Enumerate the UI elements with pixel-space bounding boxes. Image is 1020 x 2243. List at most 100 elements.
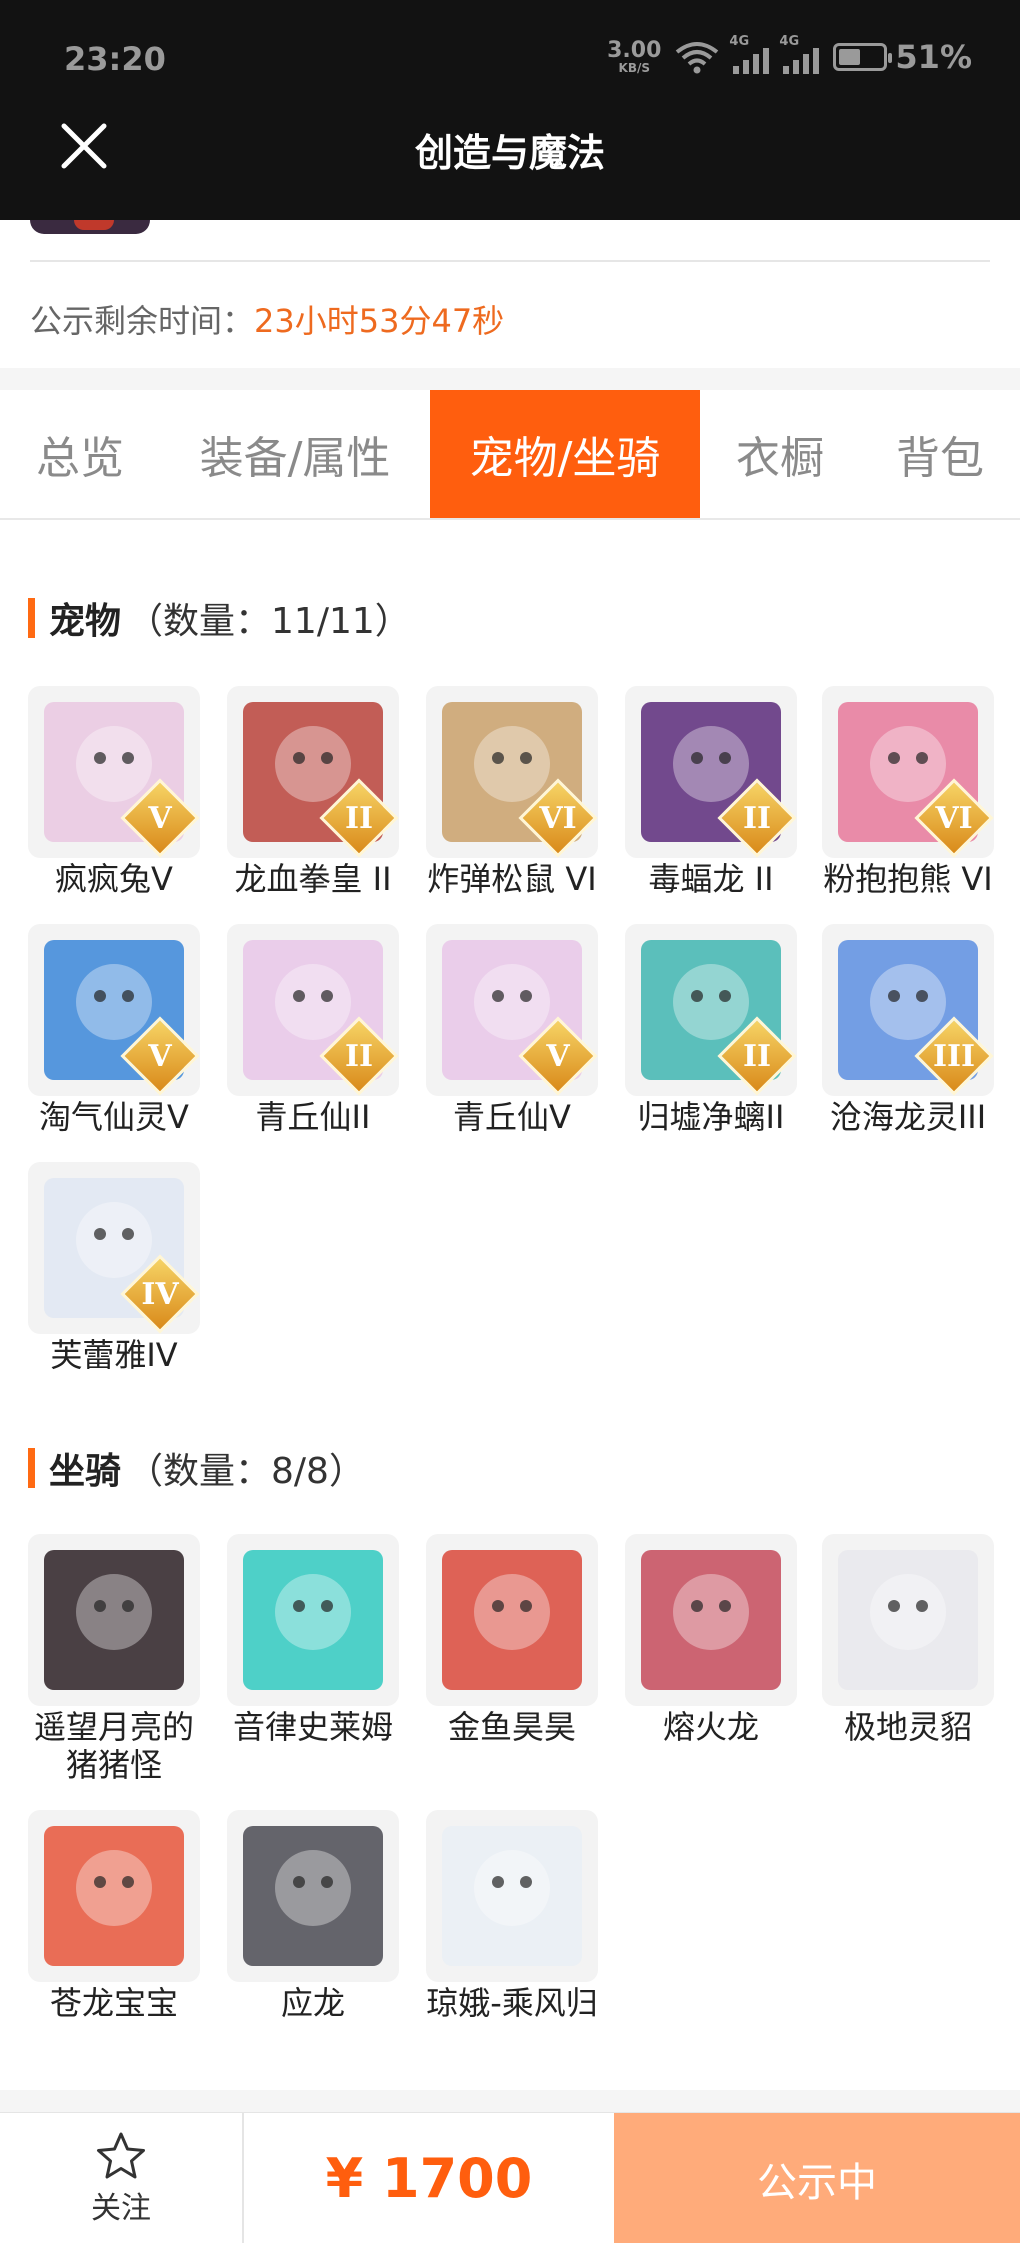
item-name: 应龙 xyxy=(280,1984,345,2022)
tab-equipment[interactable]: 装备/属性 xyxy=(160,390,430,518)
grid-item[interactable]: IV 芙蕾雅IV xyxy=(28,1162,200,1374)
grid-item[interactable]: VI 炸弹松鼠 VI xyxy=(426,686,598,898)
item-thumbnail: V xyxy=(28,924,200,1096)
status-icons: 3.00 KB/S 4G 4G 51% xyxy=(607,34,972,76)
divider xyxy=(30,260,990,262)
item-name: 炸弹松鼠 VI xyxy=(427,860,597,898)
item-name: 熔火龙 xyxy=(662,1708,759,1746)
item-thumbnail xyxy=(426,1534,598,1706)
item-thumbnail: II xyxy=(625,686,797,858)
item-name: 琼娥-乘风归 xyxy=(426,1984,598,2022)
grid-item[interactable]: 应龙 xyxy=(227,1810,399,2022)
status-time: 23:20 xyxy=(64,40,166,78)
signal-icon-2: 4G xyxy=(779,34,820,74)
item-thumbnail xyxy=(426,1810,598,1982)
grid-item[interactable]: V 疯疯兔V xyxy=(28,686,200,898)
tier-badge-text: VI xyxy=(935,800,973,836)
battery-indicator: 51% xyxy=(833,38,972,76)
grid-item[interactable]: VI 粉抱抱熊 VI xyxy=(822,686,994,898)
item-name: 归墟净螭II xyxy=(637,1098,785,1136)
mounts-title: 坐骑 xyxy=(49,1451,122,1492)
item-name: 淘气仙灵V xyxy=(39,1098,189,1136)
tab-bar: 总览 装备/属性 宠物/坐骑 衣橱 背包 xyxy=(0,390,1020,520)
item-thumbnail xyxy=(28,1810,200,1982)
grid-item[interactable]: II 龙血拳皇 II xyxy=(227,686,399,898)
bottom-gap xyxy=(0,2090,1020,2112)
grid-item[interactable]: 极地灵貂 xyxy=(822,1534,994,1746)
tier-badge-text: II xyxy=(742,1038,772,1074)
grid-item[interactable]: 音律史莱姆 xyxy=(227,1534,399,1746)
item-thumbnail xyxy=(227,1534,399,1706)
countdown-value: 23小时53分47秒 xyxy=(254,302,505,340)
tier-badge-text: VI xyxy=(539,800,577,836)
battery-icon xyxy=(833,43,893,71)
section-accent-bar xyxy=(28,598,35,638)
item-thumbnail: VI xyxy=(426,686,598,858)
follow-button[interactable]: 关注 xyxy=(0,2113,244,2243)
item-name: 极地灵貂 xyxy=(843,1708,972,1746)
grid-item[interactable]: 遥望月亮的猪猪怪 xyxy=(28,1534,200,1784)
item-name: 疯疯兔V xyxy=(55,860,173,898)
grid-item[interactable]: II 毒蝠龙 II xyxy=(625,686,797,898)
grid-item[interactable]: 熔火龙 xyxy=(625,1534,797,1746)
item-thumbnail: II xyxy=(227,924,399,1096)
grid-item[interactable]: 金鱼昊昊 xyxy=(426,1534,598,1746)
status-button[interactable]: 公示中 xyxy=(614,2113,1020,2243)
wifi-icon xyxy=(676,42,719,74)
tier-badge-text: V xyxy=(148,800,172,836)
item-thumbnail: II xyxy=(625,924,797,1096)
tier-badge-text: V xyxy=(148,1038,172,1074)
grid-item[interactable]: II 归墟净螭II xyxy=(625,924,797,1136)
item-name: 青丘仙V xyxy=(453,1098,571,1136)
grid-item[interactable]: V 淘气仙灵V xyxy=(28,924,200,1136)
item-name: 毒蝠龙 II xyxy=(648,860,774,898)
grid-item[interactable]: II 青丘仙II xyxy=(227,924,399,1136)
grid-item[interactable]: 琼娥-乘风归 xyxy=(426,1810,598,2022)
tier-badge-text: II xyxy=(344,1038,374,1074)
signal-icon-1: 4G xyxy=(729,34,770,74)
item-thumbnail xyxy=(28,1534,200,1706)
item-thumbnail xyxy=(227,1810,399,1982)
section-gap xyxy=(0,368,1020,390)
pets-title: 宠物 xyxy=(49,601,122,642)
item-name: 芙蕾雅IV xyxy=(50,1336,178,1374)
item-name: 粉抱抱熊 VI xyxy=(823,860,993,898)
page-title: 创造与魔法 xyxy=(414,131,605,175)
item-thumbnail: V xyxy=(426,924,598,1096)
item-name: 音律史莱姆 xyxy=(232,1708,393,1746)
tier-badge-text: II xyxy=(344,800,374,836)
star-icon xyxy=(97,2132,145,2178)
tab-backpack[interactable]: 背包 xyxy=(860,390,1020,518)
tier-badge-text: V xyxy=(546,1038,570,1074)
item-thumbnail xyxy=(625,1534,797,1706)
item-thumbnail: VI xyxy=(822,686,994,858)
item-name: 沧海龙灵III xyxy=(829,1098,987,1136)
pets-section-header: 宠物 （数量：11/11） xyxy=(28,592,411,644)
item-name: 青丘仙II xyxy=(255,1098,371,1136)
follow-label: 关注 xyxy=(91,2190,151,2226)
item-thumbnail: V xyxy=(28,686,200,858)
tab-overview[interactable]: 总览 xyxy=(0,390,160,518)
tier-badge-text: IV xyxy=(141,1276,179,1312)
item-name: 苍龙宝宝 xyxy=(49,1984,178,2022)
network-speed: 3.00 KB/S xyxy=(607,38,662,75)
bottom-action-bar: 关注 ¥ 1700 公示中 xyxy=(0,2112,1020,2243)
tab-pets-mounts[interactable]: 宠物/坐骑 xyxy=(430,390,700,518)
item-thumbnail: III xyxy=(822,924,994,1096)
item-thumbnail xyxy=(822,1534,994,1706)
price: ¥ 1700 xyxy=(325,2147,533,2210)
grid-item[interactable]: V 青丘仙V xyxy=(426,924,598,1136)
tier-badge-text: II xyxy=(742,800,772,836)
avatar xyxy=(30,220,150,234)
grid-item[interactable]: III 沧海龙灵III xyxy=(822,924,994,1136)
item-name: 遥望月亮的猪猪怪 xyxy=(33,1708,194,1784)
pets-count: （数量：11/11） xyxy=(127,601,411,642)
section-accent-bar xyxy=(28,1448,35,1488)
mounts-section-header: 坐骑 （数量：8/8） xyxy=(28,1442,365,1494)
countdown-label: 公示剩余时间： xyxy=(30,302,255,340)
tab-wardrobe[interactable]: 衣橱 xyxy=(700,390,860,518)
mounts-count: （数量：8/8） xyxy=(127,1451,365,1492)
item-name: 金鱼昊昊 xyxy=(447,1708,576,1746)
grid-item[interactable]: 苍龙宝宝 xyxy=(28,1810,200,2022)
item-thumbnail: IV xyxy=(28,1162,200,1334)
